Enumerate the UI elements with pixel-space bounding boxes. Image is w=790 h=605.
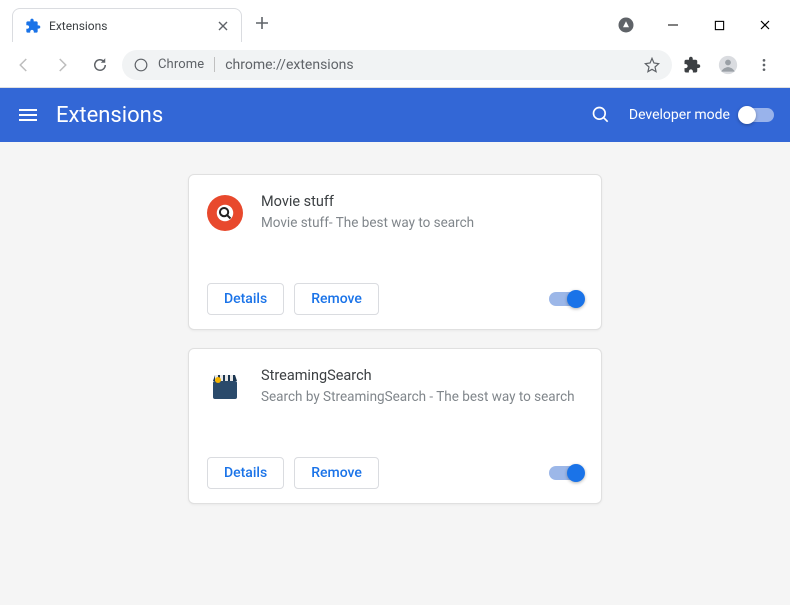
maximize-button[interactable] [696,9,742,41]
extension-name: Movie stuff [261,193,583,210]
extension-card: Movie stuff Movie stuff- The best way to… [188,174,602,330]
extensions-header: Extensions Developer mode [0,88,790,142]
close-icon[interactable] [215,18,231,34]
remove-button[interactable]: Remove [294,457,379,489]
reload-button[interactable] [84,49,116,81]
bookmark-star-icon[interactable] [644,57,660,73]
details-button[interactable]: Details [207,283,284,315]
back-button[interactable] [8,49,40,81]
search-icon[interactable] [581,95,621,135]
extension-icon [207,369,243,405]
remove-button[interactable]: Remove [294,283,379,315]
enable-toggle[interactable] [549,466,583,480]
menu-hamburger-icon[interactable] [8,95,48,135]
extension-description: Movie stuff- The best way to search [261,214,583,232]
extensions-puzzle-icon[interactable] [678,51,706,79]
profile-indicator-icon [612,11,640,39]
url-text: chrome://extensions [225,57,353,73]
extension-card: StreamingSearch Search by StreamingSearc… [188,348,602,504]
close-window-button[interactable] [742,9,788,41]
developer-mode-toggle[interactable] [740,108,774,122]
profile-avatar-icon[interactable] [714,51,742,79]
tab-strip: Extensions [0,0,276,41]
extensions-list: Movie stuff Movie stuff- The best way to… [0,142,790,605]
window-controls [650,9,790,41]
forward-button[interactable] [46,49,78,81]
details-button[interactable]: Details [207,457,284,489]
extension-description: Search by StreamingSearch - The best way… [261,388,583,406]
window-titlebar: Extensions [0,0,790,42]
extension-icon [207,195,243,231]
minimize-button[interactable] [650,9,696,41]
address-bar[interactable]: Chrome chrome://extensions [122,50,672,80]
page-title: Extensions [56,103,163,128]
developer-mode-label: Developer mode [629,107,730,123]
enable-toggle[interactable] [549,292,583,306]
extension-name: StreamingSearch [261,367,583,384]
new-tab-button[interactable] [248,9,276,37]
menu-dots-icon[interactable] [750,51,778,79]
browser-tab[interactable]: Extensions [12,8,242,42]
tab-title: Extensions [49,19,215,33]
site-info-icon[interactable] [134,58,148,72]
browser-toolbar: Chrome chrome://extensions [0,42,790,88]
site-label: Chrome [158,57,215,72]
extension-puzzle-icon [25,18,41,34]
